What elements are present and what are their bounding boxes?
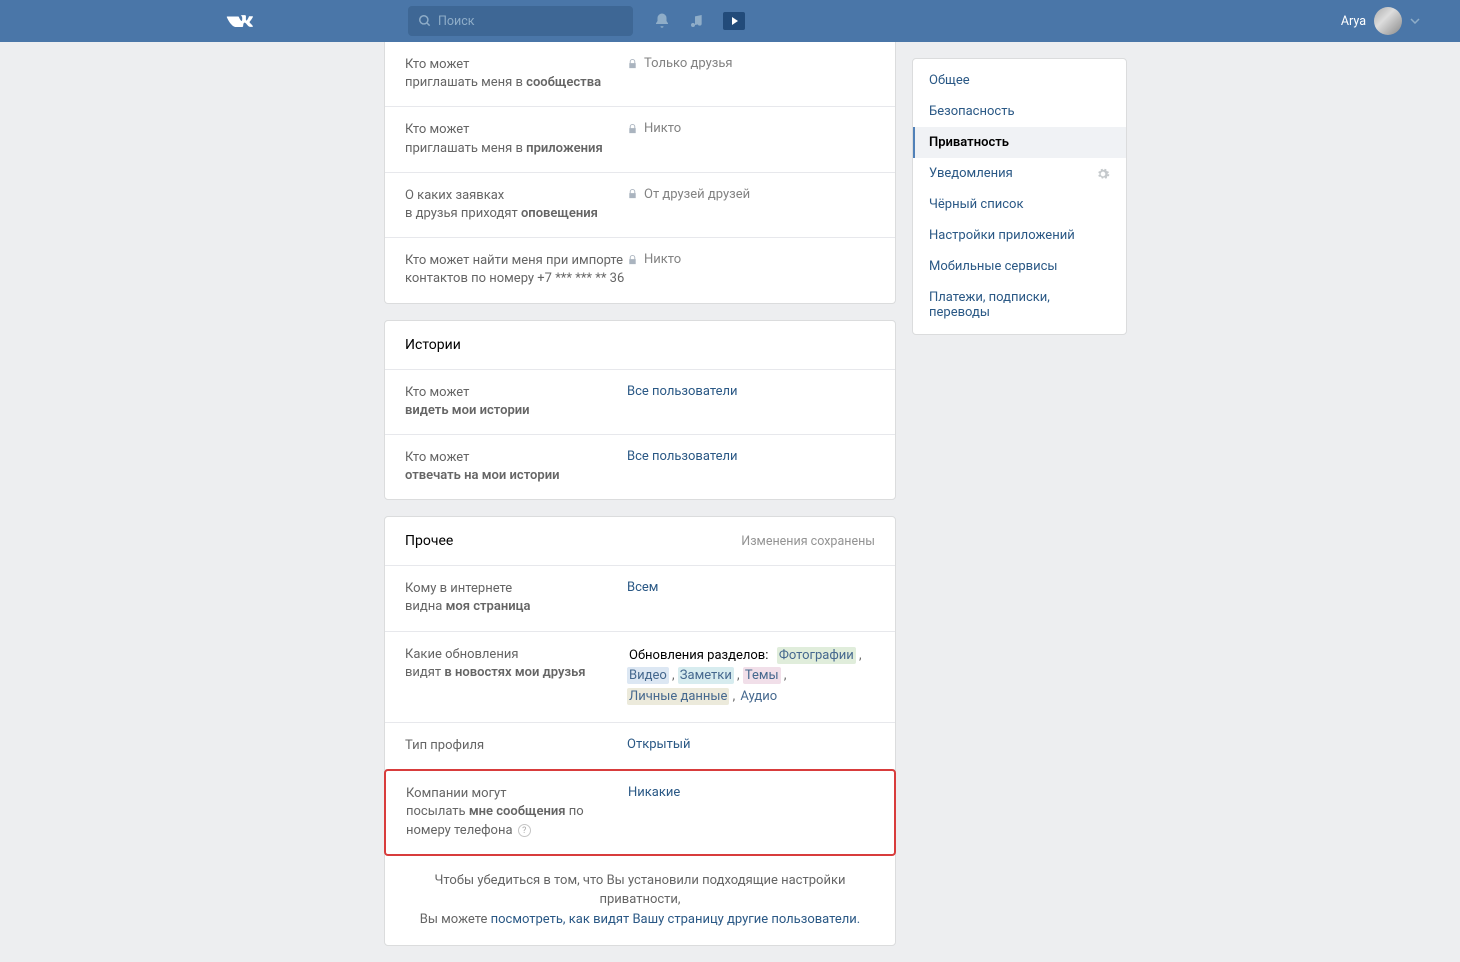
setting-row[interactable]: Кто может найти меня при импорте контакт…: [385, 238, 895, 302]
row-value: Все пользователи: [627, 449, 875, 485]
row-value: Все пользователи: [627, 384, 875, 420]
nav-notifications[interactable]: Уведомления: [913, 158, 1126, 189]
lock-icon: [627, 254, 638, 266]
row-label: Кто может видеть мои истории: [405, 384, 627, 420]
tag-topics[interactable]: Темы: [743, 667, 781, 684]
row-value: Всем: [627, 580, 875, 616]
row-label: Кому в интернете видна моя страница: [405, 580, 627, 616]
section-title: Прочее Изменения сохранены: [385, 517, 895, 566]
row-label: Какие обновления видят в новостях мои др…: [405, 646, 627, 708]
tag-personal[interactable]: Личные данные: [627, 688, 729, 705]
search-input[interactable]: Поиск: [408, 6, 633, 36]
setting-row[interactable]: О каких заявках в друзья приходят оповещ…: [385, 173, 895, 238]
music-icon[interactable]: [689, 13, 705, 29]
search-placeholder: Поиск: [438, 14, 475, 29]
nav-security[interactable]: Безопасность: [913, 96, 1126, 127]
row-value: От друзей друзей: [627, 187, 875, 223]
setting-row[interactable]: Кто может приглашать меня в сообщества Т…: [385, 42, 895, 107]
chevron-down-icon: [1410, 18, 1420, 24]
setting-row[interactable]: Кому в интернете видна моя страница Всем: [385, 566, 895, 631]
section-title: Истории: [385, 321, 895, 370]
nav-general[interactable]: Общее: [913, 65, 1126, 96]
setting-row[interactable]: Кто может отвечать на мои истории Все по…: [385, 435, 895, 499]
tag-video[interactable]: Видео: [627, 667, 669, 684]
setting-row[interactable]: Кто может приглашать меня в приложения Н…: [385, 107, 895, 172]
tag-notes[interactable]: Заметки: [678, 667, 734, 684]
row-value: Никто: [627, 252, 875, 288]
avatar: [1374, 7, 1402, 35]
highlighted-setting: Компании могут посылать мне сообщения по…: [384, 769, 896, 856]
bell-icon[interactable]: [653, 12, 671, 30]
nav-mobile[interactable]: Мобильные сервисы: [913, 251, 1126, 282]
settings-nav: Общее Безопасность Приватность Уведомлен…: [912, 58, 1127, 335]
row-label: Компании могут посылать мне сообщения по…: [406, 785, 628, 840]
save-status: Изменения сохранены: [741, 534, 875, 549]
top-header: Поиск Arya: [0, 0, 1460, 42]
help-icon[interactable]: ?: [518, 824, 531, 837]
username: Arya: [1341, 14, 1366, 29]
row-label: О каких заявках в друзья приходят оповещ…: [405, 187, 627, 223]
row-value: Только друзья: [627, 56, 875, 92]
footer-note: Чтобы убедиться в том, что Вы установили…: [385, 855, 895, 946]
row-label: Кто может отвечать на мои истории: [405, 449, 627, 485]
view-as-link[interactable]: посмотреть, как видят Вашу страницу друг…: [491, 912, 861, 927]
contact-settings-panel: Кто может приглашать меня в сообщества Т…: [384, 42, 896, 304]
nav-blacklist[interactable]: Чёрный список: [913, 189, 1126, 220]
lock-icon: [627, 123, 638, 135]
row-value: Открытый: [627, 737, 875, 755]
nav-privacy[interactable]: Приватность: [913, 127, 1126, 158]
lock-icon: [627, 58, 638, 70]
other-panel: Прочее Изменения сохранены Кому в интерн…: [384, 516, 896, 946]
nav-payments[interactable]: Платежи, подписки, переводы: [913, 282, 1126, 328]
setting-row[interactable]: Какие обновления видят в новостях мои др…: [385, 632, 895, 723]
row-value: Обновления разделов: Фотографии , Видео …: [627, 646, 875, 708]
lock-icon: [627, 188, 638, 200]
row-value: Никакие: [628, 785, 874, 840]
setting-row[interactable]: Тип профиля Открытый: [385, 723, 895, 770]
setting-row[interactable]: Компании могут посылать мне сообщения по…: [386, 771, 894, 854]
stories-panel: Истории Кто может видеть мои истории Все…: [384, 320, 896, 501]
vk-logo[interactable]: [225, 6, 253, 35]
gear-icon[interactable]: [1096, 167, 1110, 181]
setting-row[interactable]: Кто может видеть мои истории Все пользов…: [385, 370, 895, 435]
row-label: Кто может найти меня при импорте контакт…: [405, 252, 627, 288]
header-icons: [653, 12, 745, 30]
video-icon[interactable]: [723, 12, 745, 30]
nav-app-settings[interactable]: Настройки приложений: [913, 220, 1126, 251]
row-label: Тип профиля: [405, 737, 627, 755]
row-label: Кто может приглашать меня в приложения: [405, 121, 627, 157]
profile-menu[interactable]: Arya: [1341, 7, 1420, 35]
tag-audio[interactable]: Аудио: [738, 688, 779, 705]
tag-photos[interactable]: Фотографии: [777, 647, 856, 664]
row-label: Кто может приглашать меня в сообщества: [405, 56, 627, 92]
row-value: Никто: [627, 121, 875, 157]
